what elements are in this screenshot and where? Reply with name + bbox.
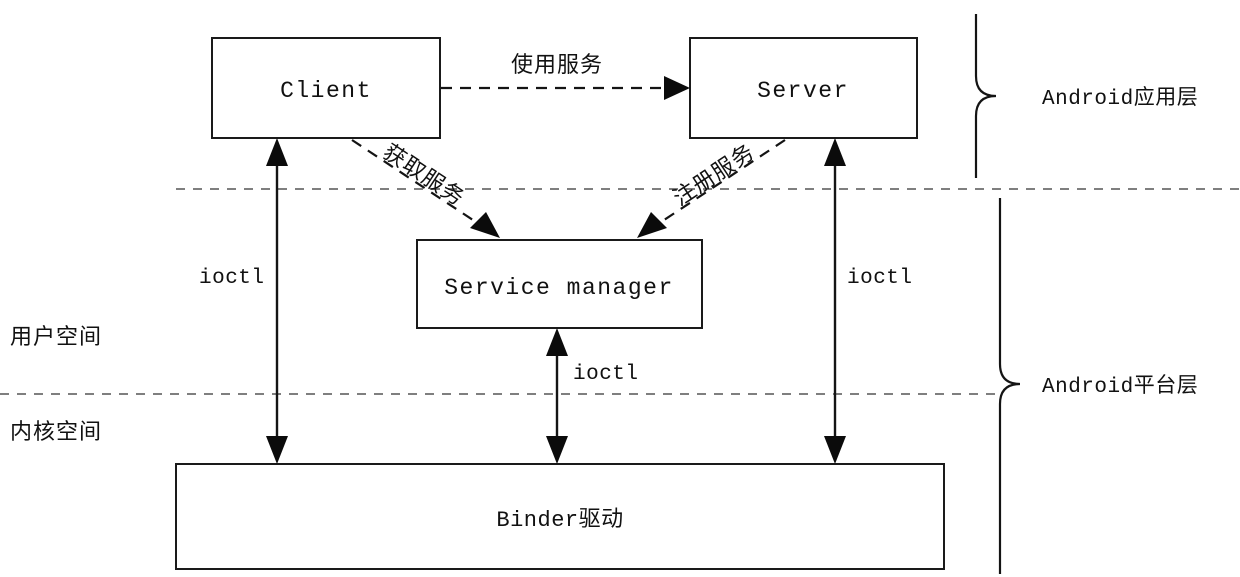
edge-ioctl-client-arrowhead-down bbox=[266, 436, 288, 464]
label-user-space: 用户空间 bbox=[10, 324, 102, 349]
bracket-app-layer bbox=[974, 14, 997, 178]
edge-ioctl-service-manager-label: ioctl bbox=[573, 363, 639, 386]
edge-register-service-arrowhead bbox=[637, 212, 667, 238]
label-kernel-space: 内核空间 bbox=[10, 419, 102, 444]
label-app-layer: Android应用层 bbox=[1042, 86, 1198, 111]
diagram-canvas: Client Server Service manager Binder驱动 使… bbox=[0, 0, 1240, 577]
edge-ioctl-sm-arrowhead-down bbox=[546, 436, 568, 464]
label-platform-layer: Android平台层 bbox=[1042, 374, 1198, 399]
node-server-label: Server bbox=[757, 78, 849, 104]
edge-ioctl-server-arrowhead-up bbox=[824, 138, 846, 166]
edge-ioctl-sm-arrowhead-up bbox=[546, 328, 568, 356]
edge-ioctl-client-label: ioctl bbox=[199, 267, 265, 290]
edge-get-service-arrowhead bbox=[470, 212, 500, 238]
node-service-manager-label: Service manager bbox=[444, 275, 674, 301]
edge-ioctl-client-arrowhead-up bbox=[266, 138, 288, 166]
node-client-label: Client bbox=[280, 78, 372, 104]
edge-get-service-label: 获取服务 bbox=[379, 139, 470, 211]
edge-ioctl-server-arrowhead-down bbox=[824, 436, 846, 464]
bracket-platform-layer bbox=[998, 198, 1021, 574]
edge-use-service-label: 使用服务 bbox=[511, 52, 603, 77]
edge-use-service-arrowhead bbox=[664, 76, 690, 100]
edge-ioctl-server-label: ioctl bbox=[847, 267, 913, 290]
node-binder-driver-label: Binder驱动 bbox=[496, 507, 623, 533]
binder-architecture-diagram: Client Server Service manager Binder驱动 使… bbox=[0, 14, 1240, 574]
edge-register-service-label: 注册服务 bbox=[669, 139, 760, 211]
